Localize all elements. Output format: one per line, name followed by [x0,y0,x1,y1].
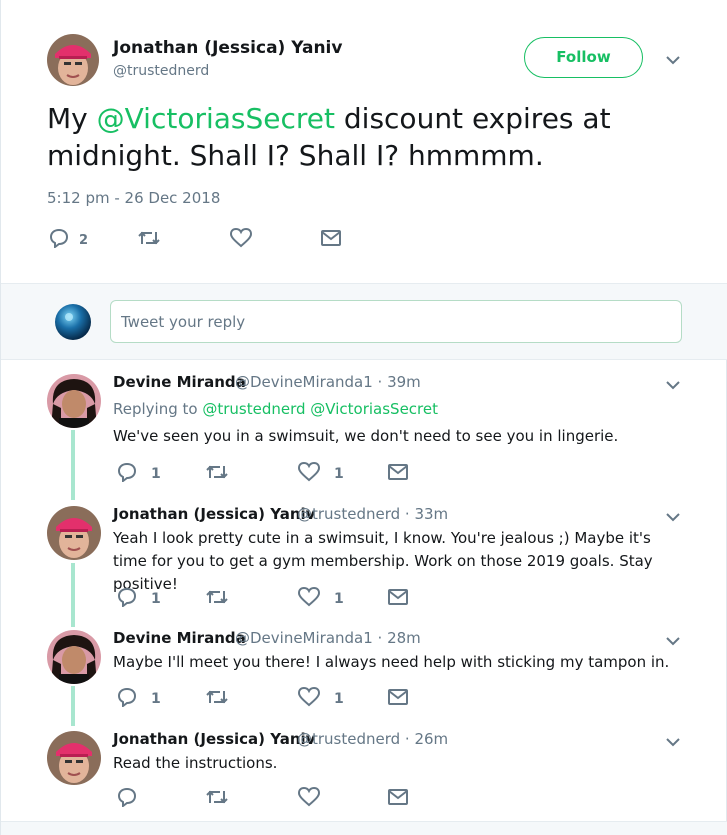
mention-link[interactable]: @trustednerd [202,400,305,418]
reply-text: Yeah I look pretty cute in a swimsuit, I… [113,529,653,593]
envelope-icon[interactable] [387,687,409,711]
retweet-action[interactable] [205,463,229,485]
tweet-timestamp[interactable]: 5:12 pm - 26 Dec 2018 [47,189,220,207]
retweet-action[interactable] [137,229,161,251]
mention-link[interactable]: @VictoriasSecret [97,102,335,135]
like-action[interactable] [297,786,321,811]
reply-input[interactable] [110,300,682,343]
envelope-icon[interactable] [387,587,409,611]
reply-composer [1,283,727,360]
reply-count: 1 [151,691,161,707]
reply-icon[interactable] [117,462,137,486]
retweet-action[interactable] [205,788,229,810]
retweet-icon[interactable] [205,587,229,611]
envelope-icon[interactable] [387,787,409,811]
retweet-action[interactable] [205,688,229,710]
thread-footer [1,821,727,835]
envelope-icon[interactable] [387,462,409,486]
reply-author-meta[interactable]: @DevineMiranda1 · 39m [235,373,421,391]
retweet-icon[interactable] [205,687,229,711]
reply-action[interactable]: 1 [117,687,161,711]
follow-button[interactable]: Follow [524,37,643,78]
reply-author-avatar[interactable] [47,374,101,428]
chevron-down-icon[interactable] [664,733,682,751]
heart-icon[interactable] [297,786,321,811]
tweet-text-prefix: My [47,102,97,135]
reply-author-meta[interactable]: @trustednerd · 33m [297,505,448,523]
tweet-text-line1: discount expires at [335,102,611,135]
dm-action[interactable] [387,788,409,810]
reply-author-avatar[interactable] [47,731,101,785]
reply-action[interactable]: 1 [117,462,161,486]
dm-action[interactable] [387,688,409,710]
reply-count: 2 [79,232,89,248]
retweet-action[interactable] [205,588,229,610]
main-tweet: Jonathan (Jessica) Yaniv @trustednerd Fo… [1,0,727,283]
reply-icon[interactable] [117,787,137,811]
reply-author-meta[interactable]: @DevineMiranda1 · 28m [235,629,421,647]
reply-action[interactable]: 2 [49,228,89,252]
replying-to: Replying to @trustednerd @VictoriasSecre… [113,400,438,418]
author-handle[interactable]: @trustednerd [113,63,209,79]
like-action[interactable]: 1 [297,686,344,711]
mention-link[interactable]: @VictoriasSecret [310,400,438,418]
like-count: 1 [334,691,344,707]
tweet-thread: Jonathan (Jessica) Yaniv @trustednerd Fo… [0,0,727,835]
author-avatar[interactable] [47,34,99,86]
replying-label: Replying to [113,400,203,418]
reply-icon[interactable] [117,587,137,611]
like-action[interactable]: 1 [297,461,344,486]
reply-author-meta[interactable]: @trustednerd · 26m [297,730,448,748]
thread-line [71,563,75,627]
reply-author-name[interactable]: Devine Miranda [113,373,246,391]
reply-author-name[interactable]: Devine Miranda [113,629,246,647]
heart-icon[interactable] [297,586,321,611]
retweet-icon[interactable] [205,462,229,486]
tweet-text: My @VictoriasSecret discount expires at … [47,100,687,174]
reply-author-avatar[interactable] [47,506,101,560]
reply-author-avatar[interactable] [47,630,101,684]
chevron-down-icon[interactable] [664,51,682,69]
chevron-down-icon[interactable] [664,508,682,526]
author-name[interactable]: Jonathan (Jessica) Yaniv [113,38,342,58]
reply-author-name[interactable]: Jonathan (Jessica) Yaniv [113,730,315,748]
tweet-text-line2: midnight. Shall I? Shall I? hmmmm. [47,139,544,172]
reply-icon[interactable] [49,228,69,252]
reply-text: Maybe I'll meet you there! I always need… [113,653,670,671]
reply-text: Read the instructions. [113,754,278,772]
reply-author-name[interactable]: Jonathan (Jessica) Yaniv [113,505,315,523]
dm-action[interactable] [387,463,409,485]
like-action[interactable]: 1 [297,586,344,611]
thread-line [71,686,75,726]
reply-count: 1 [151,466,161,482]
retweet-icon[interactable] [205,787,229,811]
reply-action[interactable] [117,787,137,811]
heart-icon[interactable] [297,461,321,486]
reply-text: We've seen you in a swimsuit, we don't n… [113,427,619,445]
heart-icon[interactable] [229,227,253,252]
thread-line [71,430,75,500]
like-count: 1 [334,591,344,607]
like-action[interactable] [229,227,253,252]
dm-action[interactable] [320,229,342,251]
chevron-down-icon[interactable] [664,632,682,650]
reply-count: 1 [151,591,161,607]
reply-action[interactable]: 1 [117,587,161,611]
reply-icon[interactable] [117,687,137,711]
user-avatar[interactable] [55,304,91,340]
dm-action[interactable] [387,588,409,610]
like-count: 1 [334,466,344,482]
chevron-down-icon[interactable] [664,376,682,394]
retweet-icon[interactable] [137,228,161,252]
envelope-icon[interactable] [320,228,342,252]
heart-icon[interactable] [297,686,321,711]
